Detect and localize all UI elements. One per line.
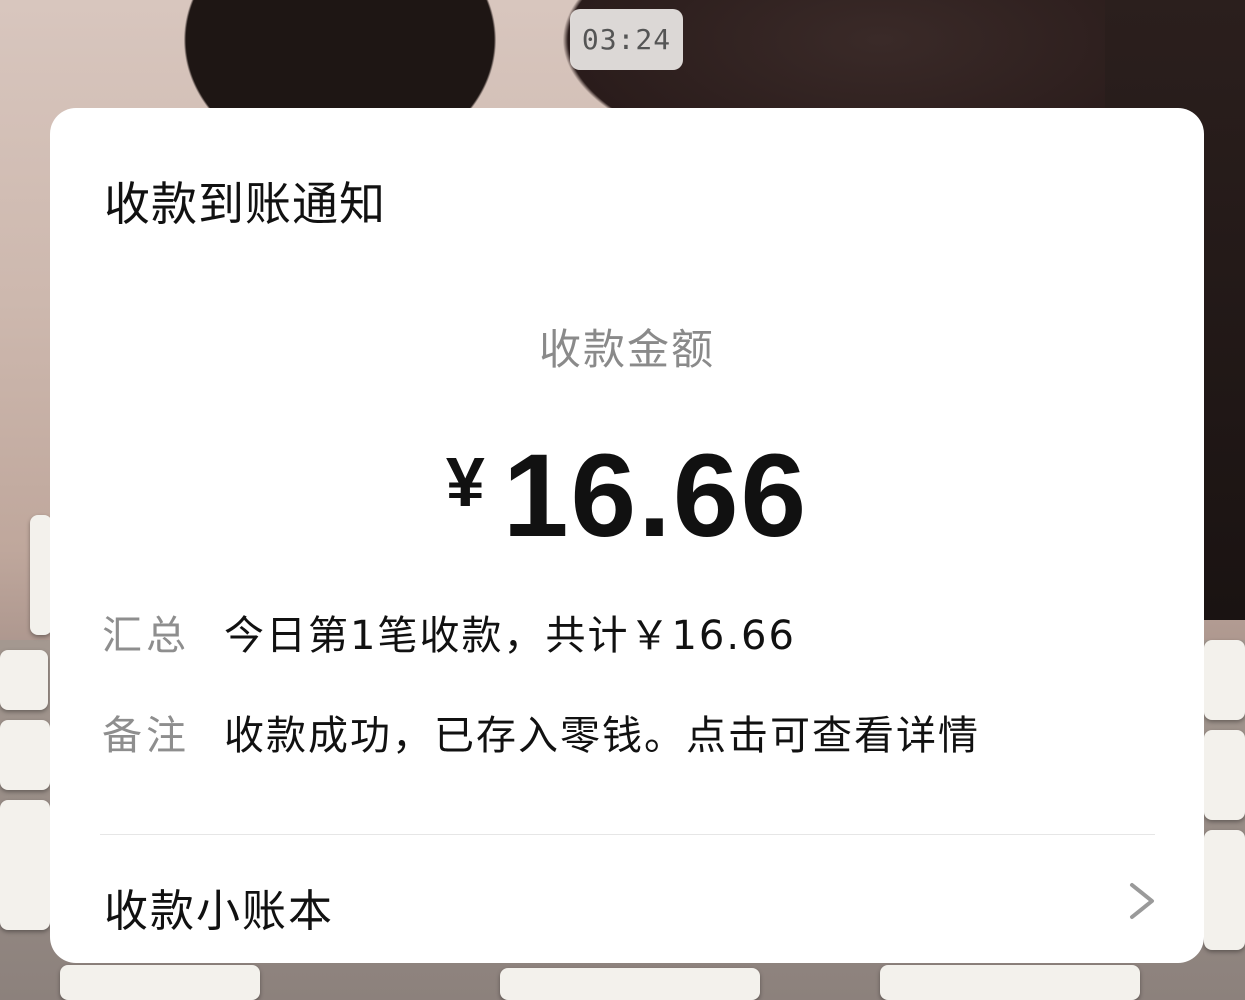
time-text: 03:24 <box>581 23 672 56</box>
background-tile <box>1204 830 1245 950</box>
background-tile <box>60 965 260 1000</box>
time-pill: 03:24 <box>570 9 683 70</box>
card-title: 收款到账通知 <box>104 177 386 231</box>
background-tile <box>500 968 760 1000</box>
currency-symbol: ¥ <box>445 443 485 521</box>
amount-display: ¥16.66 <box>50 428 1204 564</box>
summary-row: 汇总 今日第1笔收款，共计￥16.66 <box>102 603 796 661</box>
remark-label: 备注 <box>102 713 190 759</box>
amount-label: 收款金额 <box>538 325 715 374</box>
remark-text: 收款成功，已存入零钱。点击可查看详情 <box>224 713 980 759</box>
amount-value: 16.66 <box>502 430 809 562</box>
background-tile <box>1204 730 1245 820</box>
background-tile <box>30 515 52 635</box>
chevron-right-icon <box>1130 883 1154 919</box>
summary-label: 汇总 <box>102 613 190 659</box>
background-tile <box>1204 640 1245 720</box>
remark-row: 备注 收款成功，已存入零钱。点击可查看详情 <box>102 703 980 761</box>
background-tile <box>0 650 48 710</box>
payment-ledger-label: 收款小账本 <box>104 886 334 937</box>
summary-text: 今日第1笔收款，共计￥16.66 <box>224 613 796 659</box>
payment-notification-card[interactable]: 收款到账通知 收款金额 ¥16.66 汇总 今日第1笔收款，共计￥16.66 备… <box>50 108 1204 963</box>
background-tile <box>0 800 50 930</box>
background-tile <box>880 965 1140 1000</box>
payment-ledger-link[interactable]: 收款小账本 <box>50 835 1204 963</box>
background-tile <box>0 720 50 790</box>
